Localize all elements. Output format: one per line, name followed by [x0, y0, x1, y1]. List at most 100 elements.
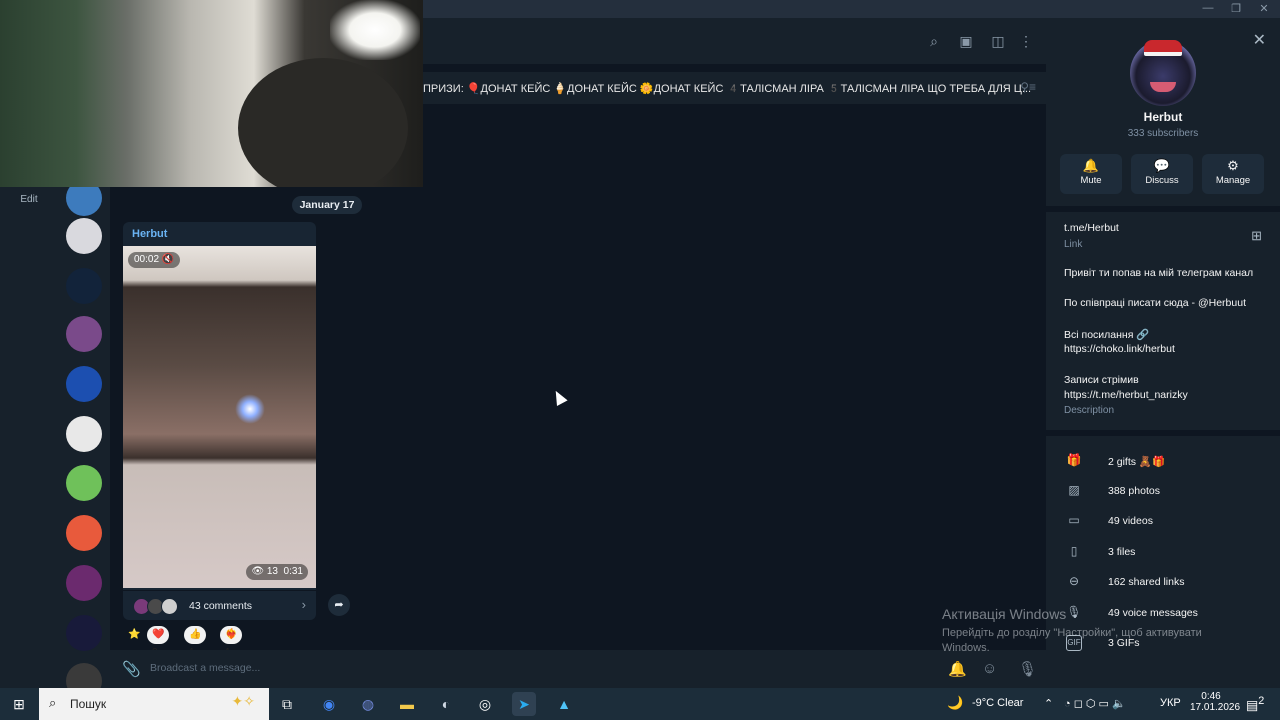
- chat-avatar[interactable]: [66, 615, 102, 651]
- video-stats: 👁 13 0:31: [246, 564, 308, 580]
- emoji-icon[interactable]: ☺: [982, 660, 997, 677]
- videos-count: 49 videos: [1108, 515, 1153, 527]
- webcam-overlay: [0, 0, 423, 187]
- close-window-button[interactable]: ✕: [1250, 2, 1278, 15]
- post-video[interactable]: 00:02 🔇 👁 13 0:31: [123, 246, 316, 588]
- description-line: Всі посилання 🔗: [1064, 329, 1150, 341]
- video-timecode[interactable]: 00:02 🔇: [128, 252, 181, 268]
- star-emoji: ⭐: [128, 629, 141, 640]
- clock[interactable]: 0:46 17.01.2026: [1190, 691, 1240, 713]
- close-icon[interactable]: ✕: [1253, 30, 1266, 50]
- notification-count: 2: [1258, 695, 1265, 707]
- section-divider: [1046, 430, 1280, 436]
- chat-avatar[interactable]: [66, 366, 102, 402]
- reaction-emoji: ❤️‍🔥: [225, 629, 238, 640]
- post-author[interactable]: Herbut: [132, 228, 167, 240]
- chrome-icon[interactable]: ◉: [317, 692, 341, 716]
- discord-icon[interactable]: ◍: [356, 692, 380, 716]
- weather-label[interactable]: -9°C Clear: [972, 697, 1023, 709]
- gifts-count: 2 gifts 🧸🎁: [1108, 456, 1166, 468]
- chat-avatar[interactable]: [66, 465, 102, 501]
- voice-row[interactable]: 🎙 49 voice messages: [1064, 604, 1264, 624]
- steam-icon[interactable]: ◐: [434, 692, 458, 716]
- channel-post: Herbut 00:02 🔇 👁 13 0:31 43 comments ›: [123, 222, 316, 620]
- chat-avatar[interactable]: [66, 218, 102, 254]
- photo-icon: ▨: [1068, 483, 1080, 497]
- chat-avatar[interactable]: [66, 565, 102, 601]
- tray-chevron-icon[interactable]: ⌃: [1044, 697, 1053, 710]
- pinned-list-icon[interactable]: ⚲≡: [1020, 80, 1036, 94]
- sparkle-icon: ✦✧: [231, 693, 255, 709]
- photos-app-icon[interactable]: ▲: [552, 692, 576, 716]
- photos-row[interactable]: ▨ 388 photos: [1064, 482, 1264, 502]
- photos-count: 388 photos: [1108, 485, 1160, 497]
- language-indicator[interactable]: УКР: [1160, 697, 1181, 709]
- link-caption: Link: [1064, 239, 1083, 250]
- task-view-icon[interactable]: ⧉: [275, 692, 299, 716]
- reaction-heart-fire[interactable]: ❤️‍🔥1: [220, 626, 243, 658]
- video-chat-icon[interactable]: ▣: [957, 32, 975, 50]
- moon-icon: 🌙: [947, 695, 964, 710]
- link-icon: ⊖: [1068, 574, 1080, 588]
- section-divider: [1046, 206, 1280, 212]
- minimize-button[interactable]: —: [1194, 2, 1222, 14]
- search-icon: ⌕: [49, 695, 57, 710]
- chat-avatar[interactable]: [66, 663, 102, 688]
- webcam-person: [238, 58, 408, 187]
- phone-flash: [235, 394, 265, 424]
- channel-name: Herbut: [1143, 110, 1183, 124]
- file-explorer-icon[interactable]: ▬: [395, 692, 419, 716]
- chat-avatar[interactable]: [66, 316, 102, 352]
- telegram-icon[interactable]: ➤: [512, 692, 536, 716]
- view-count: 13: [266, 566, 278, 577]
- description-link[interactable]: https://t.me/herbut_narizky: [1064, 389, 1188, 401]
- qr-code-icon[interactable]: ⊞: [1251, 228, 1262, 244]
- sidebar-toggle-icon[interactable]: ◫: [989, 32, 1007, 50]
- mic-icon[interactable]: 🎙: [1018, 660, 1037, 678]
- paperclip-icon[interactable]: 📎: [122, 660, 141, 678]
- activation-watermark-title: Активація Windows: [942, 606, 1067, 622]
- tray-icons[interactable]: ◔ ◻ ⬡ ▭ 🔈: [1064, 697, 1126, 710]
- manage-button[interactable]: ⚙ Manage: [1202, 154, 1264, 194]
- message-input[interactable]: Broadcast a message...: [150, 662, 260, 674]
- reaction-thumbs-up[interactable]: 👍1: [184, 626, 207, 658]
- chat-avatar[interactable]: [66, 268, 102, 304]
- links-count: 162 shared links: [1108, 576, 1185, 588]
- gifts-row[interactable]: 🎁 2 gifts 🧸🎁: [1064, 452, 1264, 472]
- chat-avatar[interactable]: [66, 515, 102, 551]
- restore-button[interactable]: ❐: [1222, 2, 1250, 15]
- videos-row[interactable]: ▭ 49 videos: [1064, 512, 1264, 532]
- description-line: Записи стрімив: [1064, 374, 1139, 386]
- bell-icon[interactable]: 🔔: [948, 660, 967, 678]
- reaction-heart[interactable]: ❤️2: [147, 626, 170, 658]
- links-row[interactable]: ⊖ 162 shared links: [1064, 573, 1264, 593]
- description-link[interactable]: https://choko.link/herbut: [1064, 343, 1175, 355]
- mute-button[interactable]: 🔔 Mute: [1060, 154, 1122, 194]
- comments-button[interactable]: 43 comments ›: [123, 590, 316, 620]
- eye-icon: 👁: [251, 566, 265, 577]
- search-icon[interactable]: ⌕: [925, 32, 943, 50]
- channel-info-panel: ✕ Herbut 333 subscribers 🔔 Mute 💬 Discus…: [1046, 18, 1280, 688]
- discuss-button[interactable]: 💬 Discuss: [1131, 154, 1193, 194]
- share-button[interactable]: ➦: [328, 594, 350, 616]
- search-label: Пошук: [70, 697, 107, 711]
- files-row[interactable]: ▯ 3 files: [1064, 543, 1264, 563]
- file-icon: ▯: [1070, 544, 1078, 558]
- message-composer: 📎 Broadcast a message... 🔔 ☺ 🎙: [110, 650, 1046, 688]
- edit-folders-button[interactable]: Edit: [0, 194, 58, 205]
- video-time: 00:02: [134, 254, 160, 265]
- chat-avatar[interactable]: [66, 416, 102, 452]
- description-line: По співпраці писати сюда - @Herbuut: [1064, 297, 1246, 309]
- voice-count: 49 voice messages: [1108, 607, 1198, 619]
- files-count: 3 files: [1108, 546, 1136, 558]
- reaction-star[interactable]: ⭐: [123, 626, 145, 644]
- notification-icon[interactable]: ▤2: [1246, 695, 1264, 713]
- description-line: Привіт ти попав на мій телеграм канал: [1064, 267, 1254, 279]
- obs-icon[interactable]: ◎: [473, 692, 497, 716]
- taskbar-search[interactable]: ⌕ Пошук ✦✧: [39, 688, 269, 720]
- more-icon[interactable]: ⋮: [1017, 32, 1035, 50]
- channel-link[interactable]: t.me/Herbut: [1064, 222, 1119, 234]
- channel-avatar[interactable]: [1130, 40, 1196, 106]
- windows-start-icon[interactable]: ⊞: [7, 692, 31, 716]
- commenter-avatar: [161, 598, 178, 615]
